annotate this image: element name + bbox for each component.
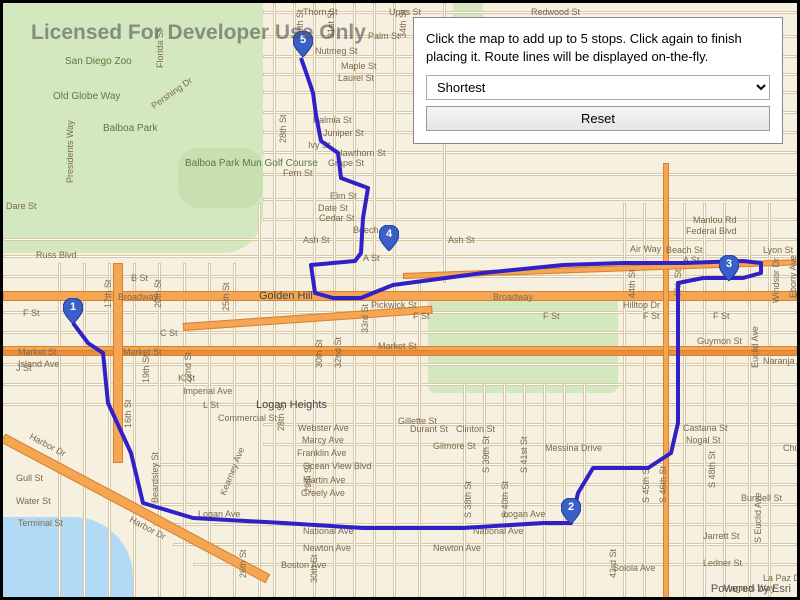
road [158, 263, 161, 597]
label-franklin: Franklin Ave [297, 448, 346, 458]
road [623, 203, 626, 597]
road [263, 423, 797, 426]
park-goldenhill [428, 293, 618, 393]
highway-47 [663, 163, 669, 600]
road [153, 483, 797, 486]
label-national2: National Ave [473, 526, 523, 536]
label-seuclid: S Euclid Ave [753, 493, 763, 543]
label-ivy: Ivy St [308, 140, 331, 150]
label-maple: Maple St [341, 61, 377, 71]
park-label-zoo: San Diego Zoo [65, 56, 132, 67]
road [418, 283, 421, 597]
road [523, 383, 526, 597]
road [183, 263, 186, 597]
label-hilltop: Hilltop Dr [623, 300, 660, 310]
road [263, 151, 797, 154]
stop-number: 3 [719, 258, 739, 270]
road [3, 255, 797, 258]
road [83, 263, 86, 597]
label-28th: 28th St [278, 114, 288, 143]
label-national: National Ave [303, 526, 353, 536]
road [263, 443, 797, 446]
highway-v1 [113, 263, 123, 463]
road [503, 383, 506, 597]
road [108, 263, 111, 597]
road [643, 203, 646, 597]
road [263, 173, 797, 176]
instructions-text: Click the map to add up to 5 stops. Clic… [426, 30, 770, 65]
stop-marker-5[interactable]: 5 [293, 31, 313, 57]
road [133, 263, 136, 597]
park-label-globe: Old Globe Way [53, 91, 120, 102]
road [3, 238, 797, 241]
road [258, 203, 261, 597]
label-29th2: 29th St [303, 464, 313, 493]
road [153, 463, 797, 466]
stop-number: 1 [63, 301, 83, 313]
road [683, 203, 686, 597]
label-28th2: 28th St [276, 402, 286, 431]
stop-marker-3[interactable]: 3 [719, 255, 739, 281]
stop-marker-4[interactable]: 4 [379, 225, 399, 251]
road [153, 503, 797, 506]
road [543, 383, 546, 597]
stop-number: 2 [561, 501, 581, 513]
stop-marker-1[interactable]: 1 [63, 298, 83, 324]
label-greely: Greely Ave [301, 488, 345, 498]
label-gull: Gull St [16, 473, 43, 483]
stop-number: 5 [293, 34, 313, 46]
route-type-select[interactable]: Shortest [426, 75, 770, 100]
park-label-golf: Balboa Park Mun Golf Course [185, 158, 318, 169]
road [153, 523, 797, 526]
label-k: K St [178, 373, 195, 383]
road [583, 383, 586, 597]
road [58, 263, 61, 597]
label-commercial: Commercial St [218, 413, 277, 423]
label-water: Water St [16, 496, 51, 506]
map-container[interactable]: 1 2 3 4 5 San Diego Zoo Old Globe Way Ba… [0, 0, 800, 600]
park-golf [178, 148, 263, 208]
label-jarrett: Jarrett St [703, 531, 740, 541]
label-19th: 19th St [141, 354, 151, 383]
road [483, 383, 486, 597]
road [263, 11, 797, 14]
park-label-balboa: Balboa Park [103, 123, 157, 134]
road [193, 563, 797, 566]
label-federal: Federal Blvd [686, 226, 737, 236]
attribution-text: Powered by Esri [711, 583, 791, 595]
road [463, 383, 466, 597]
road [233, 263, 236, 597]
water-harbor [3, 517, 133, 597]
road [263, 198, 797, 201]
road [563, 383, 566, 597]
control-panel: Click the map to add up to 5 stops. Clic… [413, 17, 783, 144]
road [263, 218, 797, 221]
stop-marker-2[interactable]: 2 [561, 498, 581, 524]
reset-button[interactable]: Reset [426, 106, 770, 131]
stop-number: 4 [379, 228, 399, 240]
